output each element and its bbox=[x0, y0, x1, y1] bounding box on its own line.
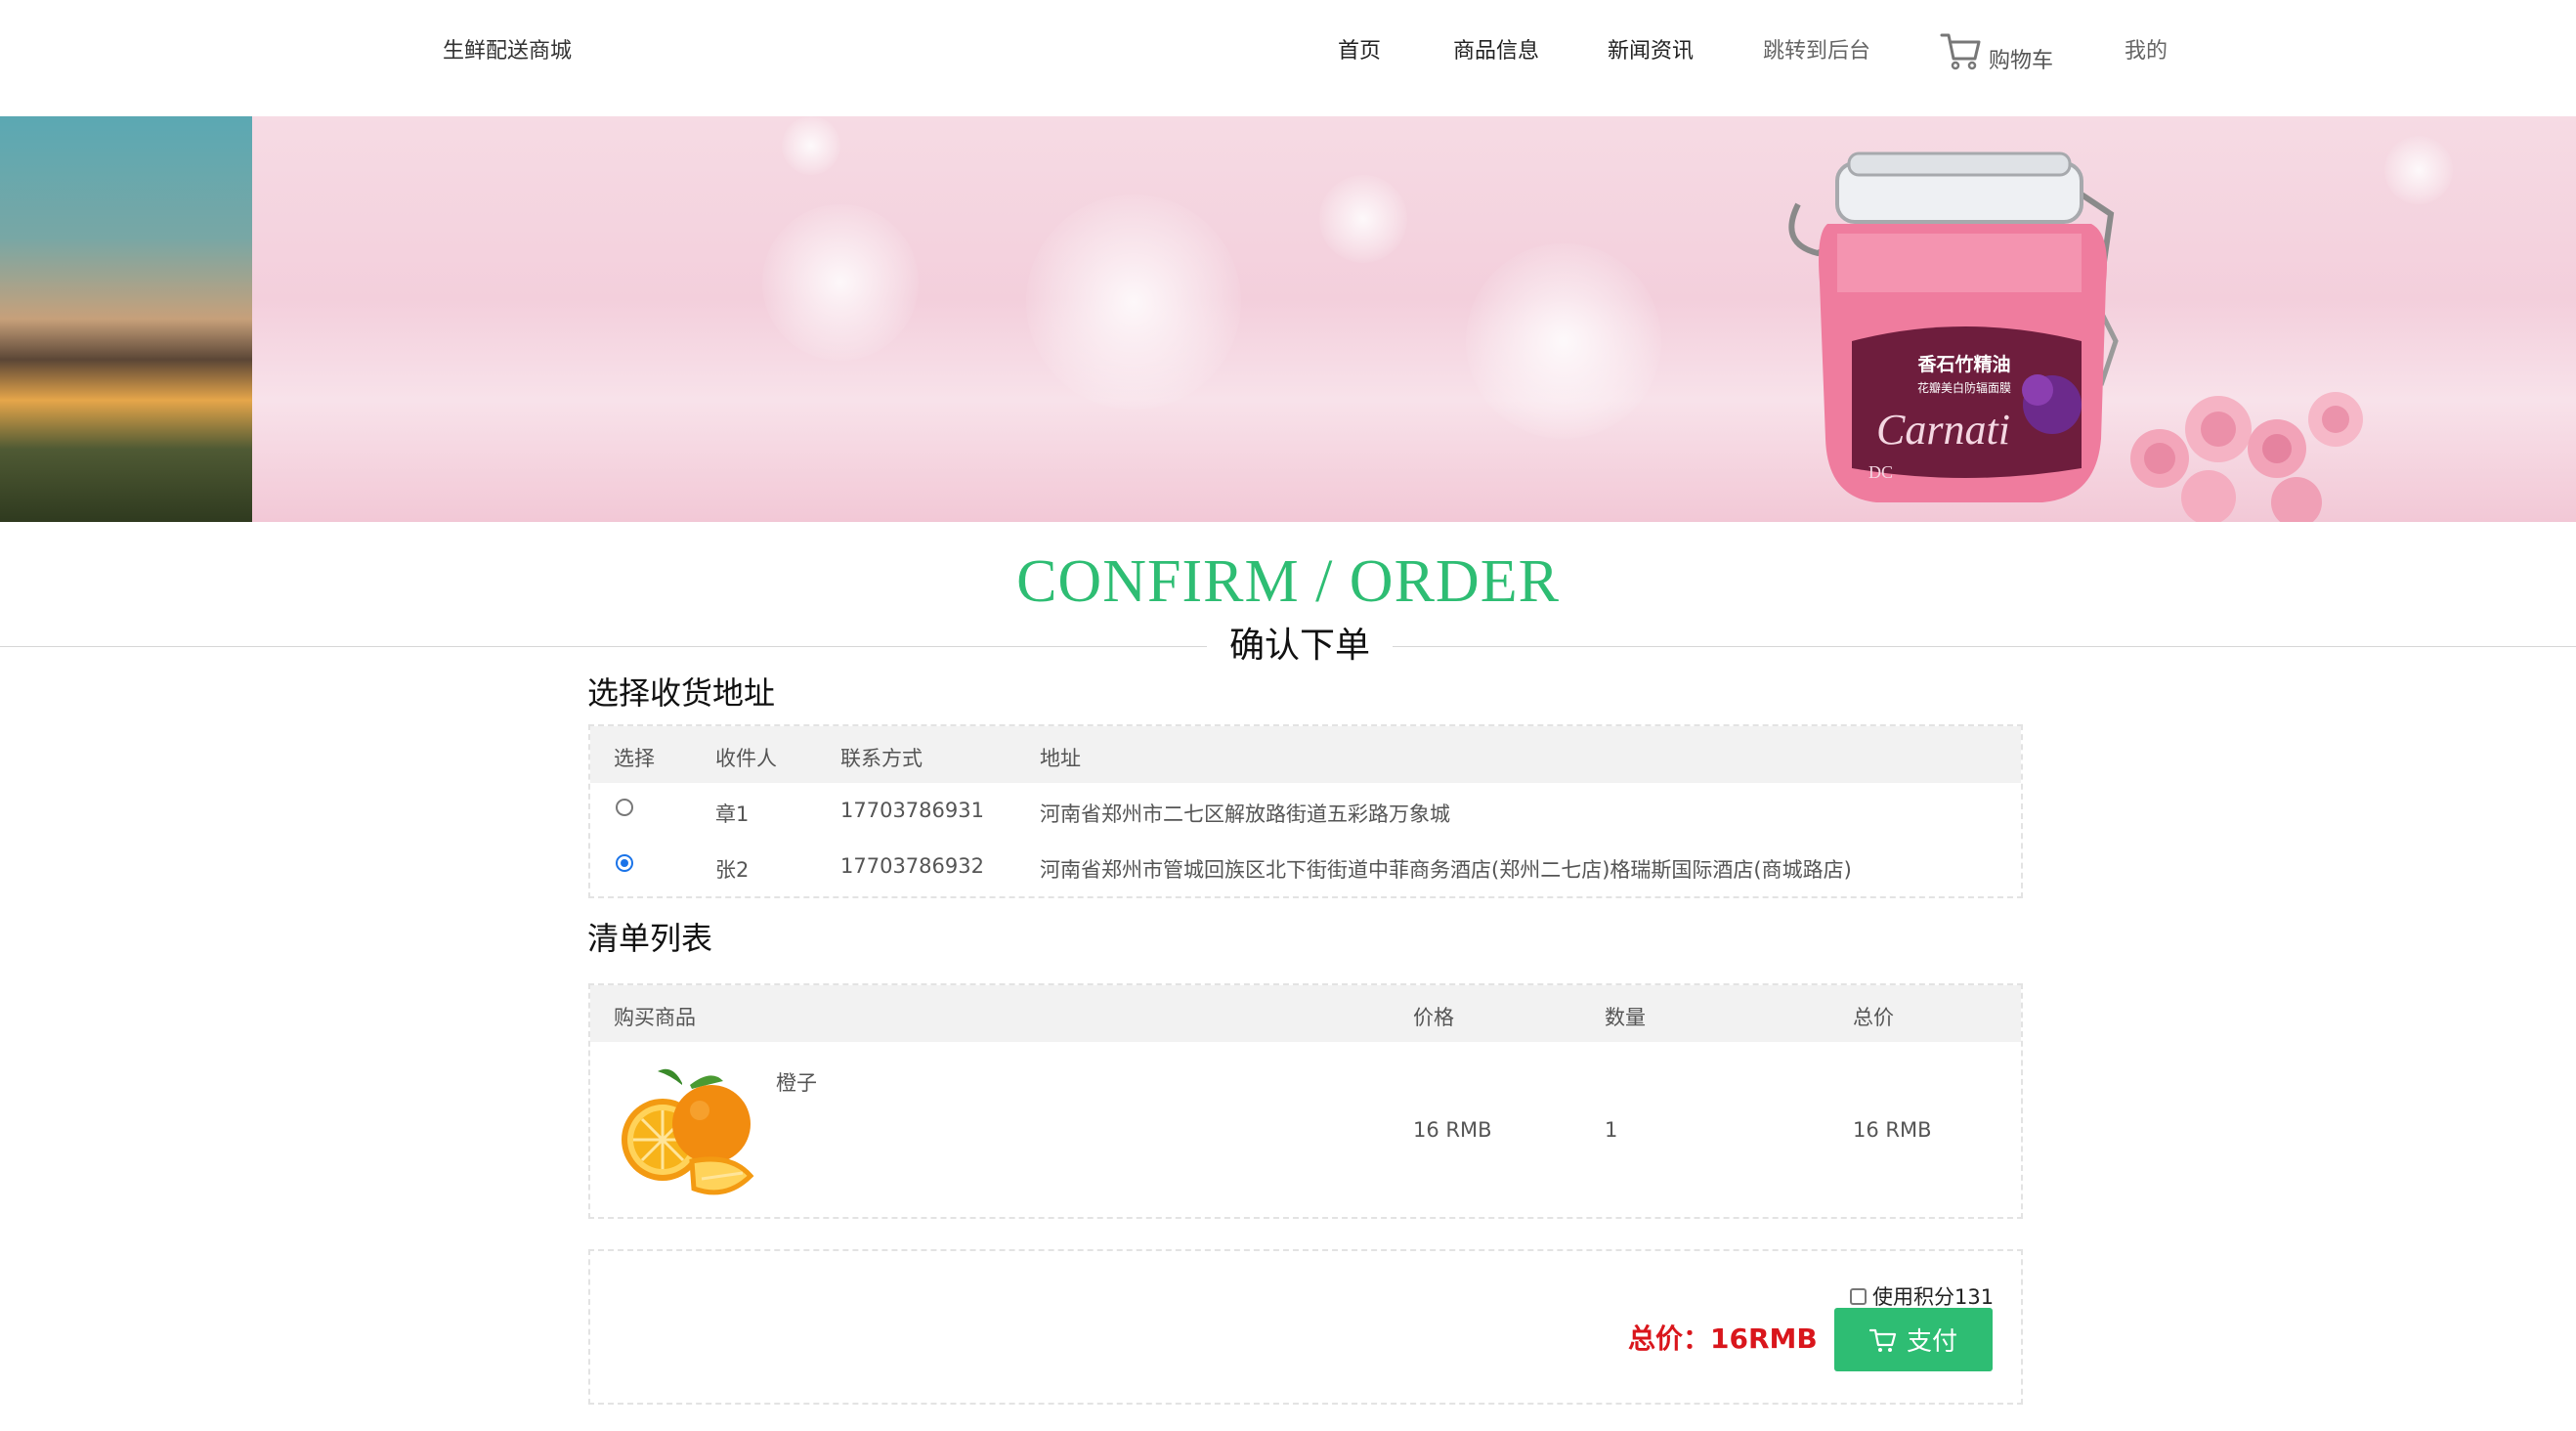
cart-icon bbox=[1868, 1328, 1897, 1352]
address-section-title: 选择收货地址 bbox=[587, 674, 776, 712]
bokeh-light bbox=[1466, 243, 1661, 439]
address-table: 选择 收件人 联系方式 地址 章1 17703786931 河南省郑州市二七区解… bbox=[588, 724, 2023, 898]
recipient-name: 章1 bbox=[715, 802, 750, 826]
item-name[interactable]: 橙子 bbox=[776, 1067, 817, 1097]
items-section-title: 清单列表 bbox=[587, 920, 713, 957]
jar-text-2: 花瓣美白防辐面膜 bbox=[1917, 380, 2011, 395]
roses-image bbox=[2130, 392, 2363, 522]
use-points-label: 使用积分131 bbox=[1872, 1285, 1995, 1309]
address-row[interactable]: 章1 17703786931 河南省郑州市二七区解放路街道五彩路万象城 bbox=[590, 783, 2021, 839]
col-recipient: 收件人 bbox=[715, 747, 777, 770]
bokeh-light bbox=[762, 204, 919, 361]
address-table-header: 选择 收件人 联系方式 地址 bbox=[590, 726, 2021, 783]
page-title-zh: 确认下单 bbox=[1207, 622, 1393, 671]
jar-logo: DC bbox=[1868, 462, 1893, 482]
col-address: 地址 bbox=[1040, 747, 1081, 770]
pay-button[interactable]: 支付 bbox=[1834, 1308, 1993, 1371]
col-quantity: 数量 bbox=[1605, 1006, 1646, 1029]
recipient-address: 河南省郑州市管城回族区北下街街道中菲商务酒店(郑州二七店)格瑞斯国际酒店(商城路… bbox=[1040, 858, 1852, 882]
bokeh-light bbox=[782, 116, 840, 175]
site-brand[interactable]: 生鲜配送商城 bbox=[443, 33, 572, 65]
item-quantity: 1 bbox=[1605, 1118, 1618, 1142]
recipient-name: 张2 bbox=[715, 858, 750, 882]
pay-button-label: 支付 bbox=[1906, 1327, 1957, 1357]
cart-icon bbox=[1940, 33, 1981, 70]
col-phone: 联系方式 bbox=[840, 747, 923, 770]
use-points-option[interactable]: 使用积分131 bbox=[1850, 1281, 1994, 1311]
orange-image[interactable] bbox=[614, 1063, 760, 1200]
address-radio-2[interactable] bbox=[616, 854, 633, 872]
col-total: 总价 bbox=[1853, 1006, 1894, 1029]
banner-landscape-image bbox=[0, 116, 252, 522]
recipient-address: 河南省郑州市二七区解放路街道五彩路万象城 bbox=[1040, 802, 1450, 826]
page-title-en: CONFIRM / ORDER bbox=[1016, 548, 1560, 615]
bokeh-light bbox=[1026, 195, 1241, 410]
nav-mine[interactable]: 我的 bbox=[2125, 33, 2168, 65]
nav-cart[interactable]: 购物车 bbox=[1940, 27, 2053, 73]
address-row[interactable]: 张2 17703786932 河南省郑州市管城回族区北下街街道中菲商务酒店(郑州… bbox=[590, 839, 2021, 894]
cart-label: 购物车 bbox=[1989, 49, 2054, 73]
items-table-header: 购买商品 价格 数量 总价 bbox=[590, 985, 2021, 1042]
bokeh-light bbox=[2384, 136, 2453, 204]
nav-home[interactable]: 首页 bbox=[1338, 33, 1381, 65]
item-total: 16 RMB bbox=[1853, 1118, 1932, 1142]
order-total: 总价：16RMB bbox=[1628, 1323, 1818, 1355]
nav-news[interactable]: 新闻资讯 bbox=[1608, 33, 1694, 65]
col-price: 价格 bbox=[1413, 1006, 1454, 1029]
item-price: 16 RMB bbox=[1413, 1118, 1492, 1142]
jar-text-1: 香石竹精油 bbox=[1916, 353, 2010, 375]
items-table: 购买商品 价格 数量 总价 橙子 16 RMB 1 16 RMB bbox=[588, 983, 2023, 1219]
use-points-checkbox[interactable] bbox=[1850, 1287, 1867, 1305]
jar-brand: Carnati bbox=[1876, 406, 2010, 454]
item-row[interactable]: 橙子 16 RMB 1 16 RMB bbox=[590, 1042, 2021, 1218]
address-radio-1[interactable] bbox=[616, 799, 633, 816]
top-nav-bar: 生鲜配送商城 首页 商品信息 新闻资讯 跳转到后台 购物车 我的 bbox=[0, 0, 2576, 116]
col-select: 选择 bbox=[614, 747, 655, 770]
promo-banner[interactable]: 香石竹精油 花瓣美白防辐面膜 Carnati DC bbox=[0, 116, 2576, 522]
bokeh-light bbox=[1319, 175, 1407, 263]
nav-admin[interactable]: 跳转到后台 bbox=[1763, 33, 1870, 65]
nav-products[interactable]: 商品信息 bbox=[1453, 33, 1539, 65]
recipient-phone: 17703786932 bbox=[840, 854, 984, 878]
col-product: 购买商品 bbox=[614, 1006, 696, 1029]
recipient-phone: 17703786931 bbox=[840, 799, 984, 822]
